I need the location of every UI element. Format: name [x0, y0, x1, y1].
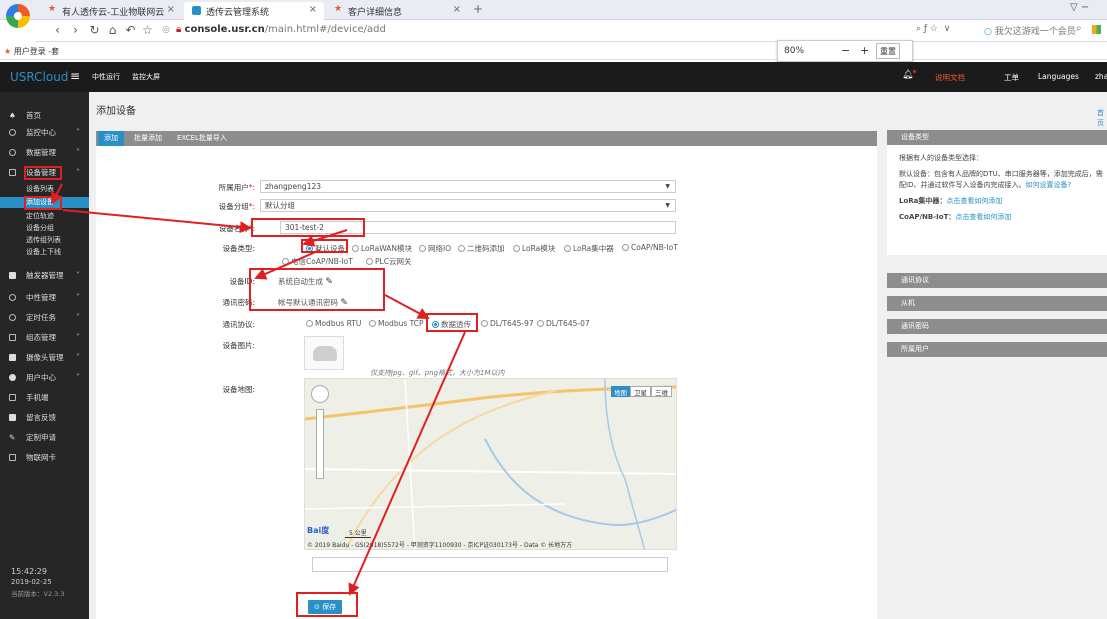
device-type-header: 设备类型: [887, 130, 1107, 145]
right-panel: 设备类型 根据有人的设备类型选择： 默认设备：包含有人品牌的DTU、串口服务器等…: [887, 130, 1107, 619]
coap-help-link[interactable]: 点击查看如何添加: [955, 213, 1011, 221]
intro-text: 根据有人的设备类型选择：: [899, 154, 983, 162]
how-to-setup-link[interactable]: 如何设置设备?: [1025, 181, 1071, 189]
default-device-desc: 默认设备：包含有人品牌的DTU、串口服务器等，添加完成后，需配ID、并通过软件写…: [899, 170, 1103, 189]
lora-help: LoRa集中器：点击查看如何添加: [899, 197, 1003, 205]
section-owner[interactable]: 所属用户: [887, 342, 1107, 357]
device-type-help: 根据有人的设备类型选择： 默认设备：包含有人品牌的DTU、串口服务器等，添加完成…: [887, 145, 1107, 255]
section-slave[interactable]: 从机: [887, 296, 1107, 311]
section-password[interactable]: 通讯密码: [887, 319, 1107, 334]
coap-help: CoAP/NB-IoT：点击查看如何添加: [899, 213, 1012, 221]
lora-help-link[interactable]: 点击查看如何添加: [946, 197, 1002, 205]
section-protocol[interactable]: 通讯协议: [887, 273, 1107, 288]
